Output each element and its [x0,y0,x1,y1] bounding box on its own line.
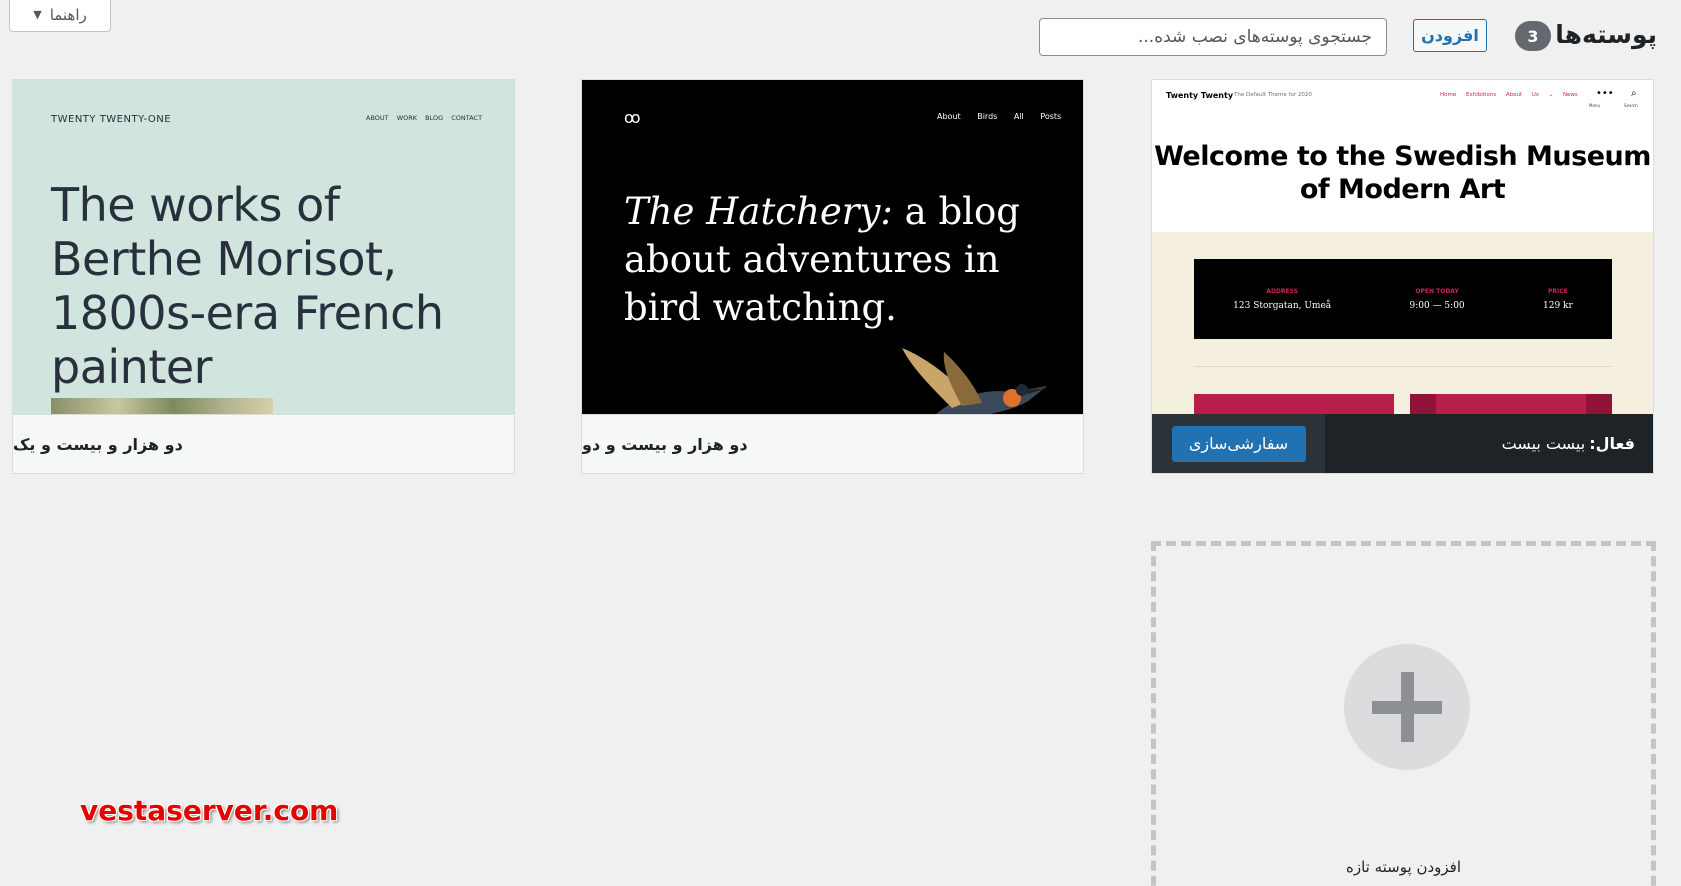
shot-nav-item: ABOUT [366,114,389,122]
add-theme-button[interactable]: افزودن [1413,19,1487,52]
info-label: PRICE [1548,287,1568,295]
shot-nav-item: CONTACT [451,114,483,122]
shot-nav-item: About Us ⌄ [1505,92,1554,98]
theme-screenshot[interactable]: TWENTY TWENTY-ONE ABOUT WORK BLOG CONTAC… [13,80,514,414]
shot-tagline: The Default Theme for 2020 [1234,92,1312,98]
shot-search-label: Search [1624,103,1638,108]
watermark-text: vestaserver.com [80,794,339,827]
theme-card-twenty-twenty-two[interactable]: oo About Birds All Posts The Hatchery: a… [581,79,1084,474]
theme-name: دو هزار و بیست و دو [582,434,748,454]
theme-name: بیست بیست [1501,434,1586,453]
add-new-theme-label: افزودن پوسته تازه [1346,858,1461,876]
active-theme-label: فعال: بیست بیست [1325,414,1653,473]
divider [1194,366,1612,367]
theme-name: دو هزار و بیست و یک [13,434,183,454]
shot-headline: Welcome to the Swedish Museum of Modern … [1154,141,1651,205]
shot-nav: About Birds All Posts [937,112,1061,121]
shot-nav: Home Exhibitions About Us ⌄ News [1440,92,1578,98]
theme-screenshot[interactable]: oo About Birds All Posts The Hatchery: a… [582,80,1083,414]
theme-actions: سفارشی‌سازی [1152,414,1325,473]
info-value: 129 kr [1543,300,1573,311]
theme-name-bar: دو هزار و بیست و یک [13,414,514,473]
shot-headline: The Hatchery: a blog about adventures in… [624,188,1044,332]
shot-menu-label: Menu [1589,103,1600,108]
shot-nav-item: Birds [977,112,998,121]
shot-nav-item: About [937,112,961,121]
active-theme-bar: فعال: بیست بیست سفارشی‌سازی [1152,414,1653,473]
active-prefix: فعال: [1589,434,1635,453]
shot-nav: ABOUT WORK BLOG CONTACT [366,114,482,122]
caret-down-icon: ▼ [33,8,42,21]
shot-nav-item: Home [1440,92,1457,98]
info-value: 123 Storgatan, Umeå [1233,300,1332,311]
plus-icon [1344,644,1470,770]
info-value: 9:00 — 5:00 [1409,300,1465,311]
shot-nav-item: BLOG [425,114,444,122]
help-label: راهنما [49,5,87,24]
shot-nav-item: All Posts [1013,112,1062,121]
info-label: ADDRESS [1266,287,1299,295]
decor-block [1410,394,1436,414]
shot-info-box: ADDRESS 123 Storgatan, Umeå OPEN TODAY 9… [1194,259,1612,339]
shot-headline-italic: The Hatchery: [624,190,893,233]
theme-card-twenty-twenty-one[interactable]: TWENTY TWENTY-ONE ABOUT WORK BLOG CONTAC… [12,79,515,474]
decor-block [1194,394,1394,414]
customize-button[interactable]: سفارشی‌سازی [1171,425,1306,462]
search-installed-themes-input[interactable] [1039,18,1387,56]
shot-nav-item: Exhibitions [1466,92,1497,98]
theme-count-badge: 3 [1515,21,1551,51]
painting-image [51,398,273,414]
shot-nav-item: WORK [396,114,418,122]
shot-nav-item: News [1562,92,1578,98]
theme-card-twenty-twenty[interactable]: Twenty Twenty The Default Theme for 2020… [1151,79,1654,474]
decor-block [1586,394,1612,414]
shot-headline: The works of Berthe Morisot, 1800s-era F… [51,178,444,394]
page-title: پوسته‌ها [1555,20,1657,49]
shot-brand: Twenty Twenty [1166,91,1234,100]
info-label: OPEN TODAY [1415,287,1459,295]
bird-illustration-icon [902,348,1047,414]
decor-block [1410,394,1612,414]
menu-dots-icon: ••• [1596,88,1614,99]
theme-name-bar: دو هزار و بیست و دو [582,414,1083,473]
search-icon: ⌕ [1631,88,1637,99]
add-new-theme-tile[interactable]: افزودن پوسته تازه [1151,541,1656,886]
shot-brand: TWENTY TWENTY-ONE [51,114,172,125]
theme-screenshot[interactable]: Twenty Twenty The Default Theme for 2020… [1152,80,1653,414]
help-tab-button[interactable]: راهنما ▼ [9,0,111,32]
shot-logo-icon: oo [624,108,640,127]
